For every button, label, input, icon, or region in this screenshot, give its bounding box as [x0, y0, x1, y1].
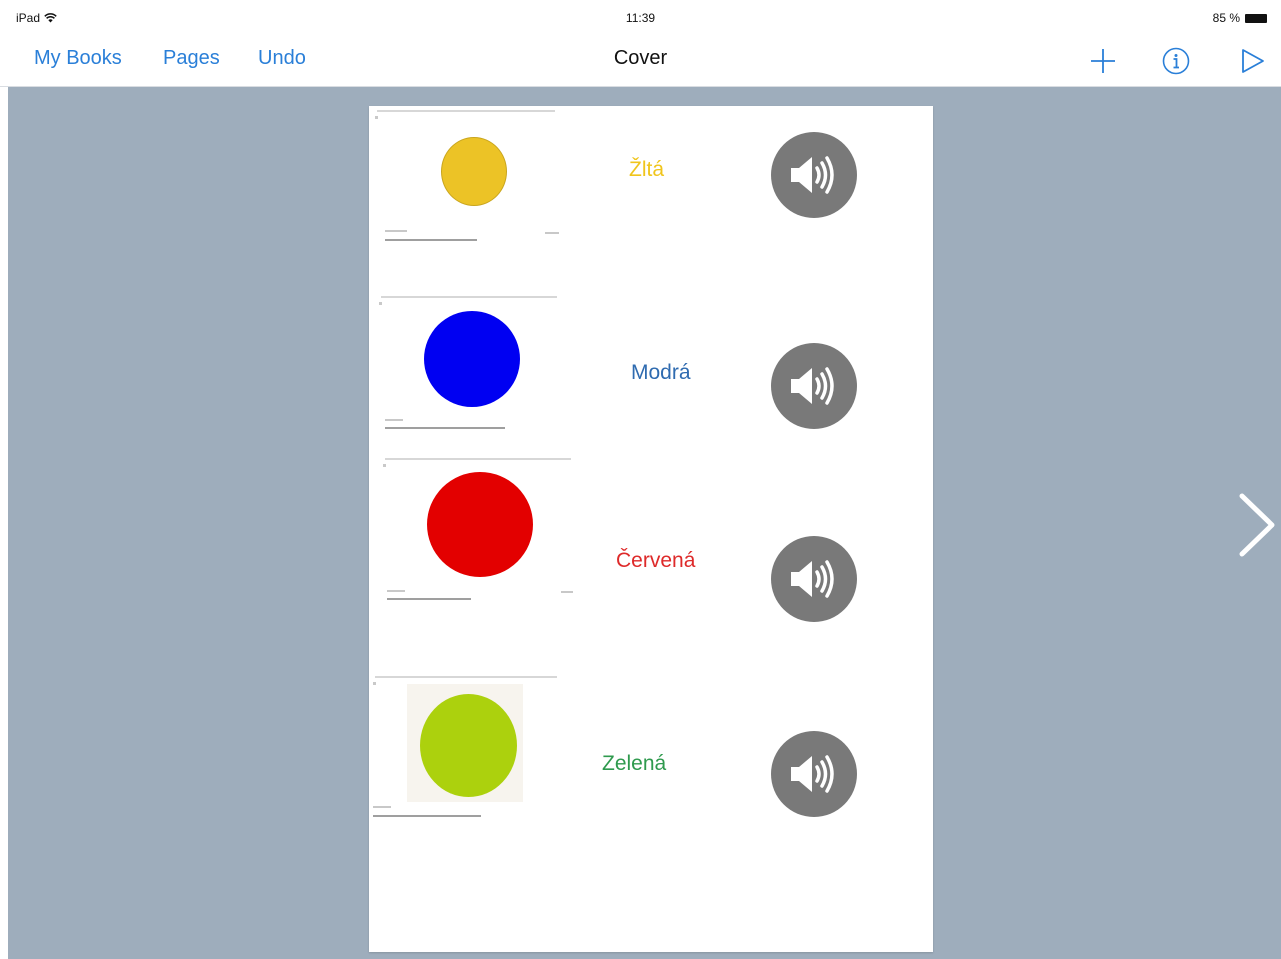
add-icon[interactable] [1088, 46, 1118, 76]
battery-percent: 85 % [1212, 11, 1240, 25]
color-label: Červená [616, 549, 696, 572]
sound-button[interactable] [771, 132, 857, 218]
battery-icon [1245, 13, 1267, 23]
sound-button[interactable] [771, 536, 857, 622]
color-circle-green [420, 694, 517, 797]
status-time: 11:39 [625, 11, 656, 25]
sound-button[interactable] [771, 731, 857, 817]
speaker-icon [791, 560, 834, 598]
status-bar: iPad 11:39 85 % [0, 0, 1281, 36]
play-icon[interactable] [1237, 46, 1267, 76]
chevron-right-icon[interactable] [1234, 492, 1278, 558]
color-circle-yellow [441, 137, 507, 206]
info-icon[interactable] [1161, 46, 1191, 76]
speaker-icon [791, 755, 834, 793]
sound-button[interactable] [771, 343, 857, 429]
book-page[interactable]: Žltá Modrá Červená Zelená [369, 106, 933, 952]
speaker-icon [791, 156, 834, 194]
status-right: 85 % [1213, 11, 1267, 25]
color-label: Modrá [631, 361, 691, 384]
color-circle-red [427, 472, 533, 577]
color-circle-blue [424, 311, 520, 407]
navigation-bar: My Books Pages Undo Cover [0, 36, 1281, 87]
color-label: Žltá [629, 158, 665, 181]
color-label: Zelená [602, 752, 667, 775]
speaker-icon [791, 367, 834, 405]
